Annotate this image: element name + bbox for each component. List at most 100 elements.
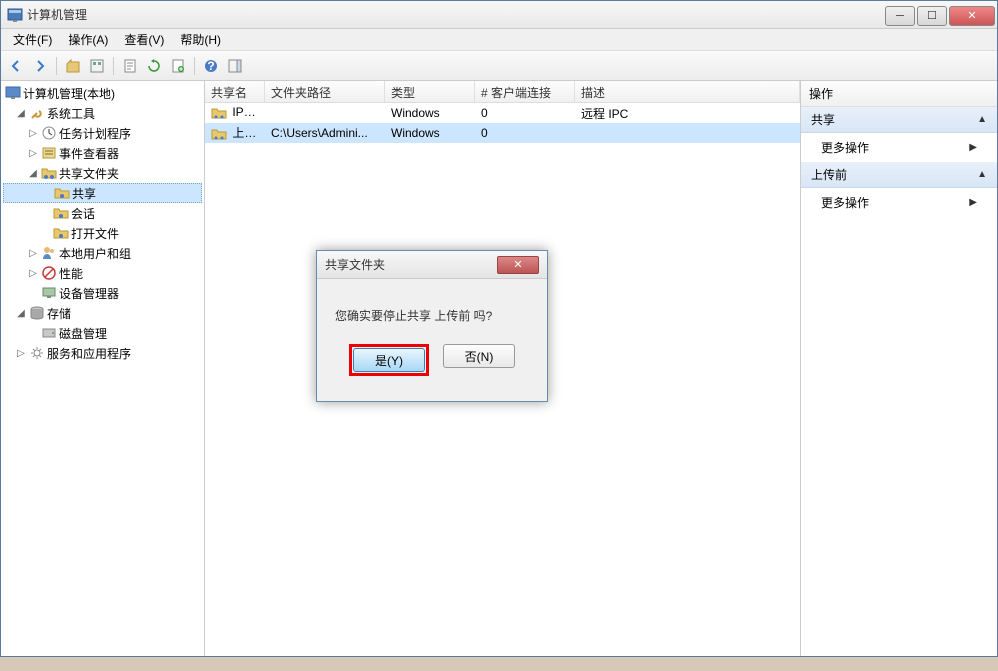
maximize-button[interactable]: ☐ <box>917 6 947 26</box>
up-button[interactable] <box>62 55 84 77</box>
cell-clients: 0 <box>475 104 575 122</box>
action-more-2[interactable]: 更多操作 ▶ <box>801 188 997 217</box>
col-folder-path[interactable]: 文件夹路径 <box>265 81 385 102</box>
action-label: 更多操作 <box>821 139 869 156</box>
share-icon <box>211 126 227 142</box>
refresh-button[interactable] <box>143 55 165 77</box>
back-button[interactable] <box>5 55 27 77</box>
users-icon <box>41 245 57 261</box>
tree-storage[interactable]: ◢ 存储 <box>3 303 202 323</box>
toolbar: ? <box>1 51 997 81</box>
col-clients[interactable]: # 客户端连接 <box>475 81 575 102</box>
yes-button[interactable]: 是(Y) <box>353 348 425 372</box>
cell-desc: 远程 IPC <box>575 103 800 124</box>
minimize-button[interactable]: ─ <box>885 6 915 26</box>
tree-label: 计算机管理(本地) <box>23 85 115 102</box>
col-share-name[interactable]: 共享名 <box>205 81 265 102</box>
toolbar-separator <box>194 57 195 75</box>
list-row[interactable]: 上传前 C:\Users\Admini... Windows 0 <box>205 123 800 143</box>
collapse-arrow-icon: ▲ <box>977 169 987 180</box>
no-button[interactable]: 否(N) <box>443 344 515 368</box>
collapse-icon[interactable]: ◢ <box>15 308 27 319</box>
tree-label: 会话 <box>71 205 95 222</box>
list-row[interactable]: IPC$ Windows 0 远程 IPC <box>205 103 800 123</box>
tree-task-scheduler[interactable]: ▷ 任务计划程序 <box>3 123 202 143</box>
cell-desc <box>575 131 800 135</box>
window-title: 计算机管理 <box>27 6 885 23</box>
tree-root[interactable]: 计算机管理(本地) <box>3 83 202 103</box>
collapse-arrow-icon: ▲ <box>977 114 987 125</box>
tree-shares[interactable]: 共享 <box>3 183 202 203</box>
list-header: 共享名 文件夹路径 类型 # 客户端连接 描述 <box>205 81 800 103</box>
tree-label: 存储 <box>47 305 71 322</box>
titlebar: 计算机管理 ─ ☐ ✕ <box>1 1 997 29</box>
help-button[interactable]: ? <box>200 55 222 77</box>
menu-help[interactable]: 帮助(H) <box>172 29 229 50</box>
menu-view[interactable]: 查看(V) <box>116 29 172 50</box>
yes-button-highlight: 是(Y) <box>349 344 429 376</box>
services-icon <box>29 345 45 361</box>
submenu-arrow-icon: ▶ <box>969 142 977 153</box>
session-icon <box>53 205 69 221</box>
action-section-upload[interactable]: 上传前 ▲ <box>801 162 997 188</box>
tree-disk-mgmt[interactable]: 磁盘管理 <box>3 323 202 343</box>
cell-path <box>265 111 385 115</box>
expand-icon[interactable]: ▷ <box>27 248 39 259</box>
menu-file[interactable]: 文件(F) <box>5 29 60 50</box>
cell-name: 上传前 <box>205 122 265 144</box>
action-section-shares[interactable]: 共享 ▲ <box>801 107 997 133</box>
toolbar-separator <box>113 57 114 75</box>
tree-label: 打开文件 <box>71 225 119 242</box>
storage-icon <box>29 305 45 321</box>
disk-icon <box>41 325 57 341</box>
properties-button[interactable] <box>86 55 108 77</box>
expand-icon[interactable]: ▷ <box>15 348 27 359</box>
tree-sessions[interactable]: 会话 <box>3 203 202 223</box>
computer-icon <box>5 85 21 101</box>
action-section-label: 共享 <box>811 111 835 128</box>
cell-name: IPC$ <box>205 103 265 123</box>
tree-system-tools[interactable]: ◢ 系统工具 <box>3 103 202 123</box>
open-files-icon <box>53 225 69 241</box>
tree-pane[interactable]: 计算机管理(本地) ◢ 系统工具 ▷ 任务计划程序 ▷ 事件查看器 <box>1 81 205 656</box>
dialog-close-button[interactable]: ✕ <box>497 256 539 274</box>
tree-label: 共享文件夹 <box>59 165 119 182</box>
expand-icon[interactable]: ▷ <box>27 148 39 159</box>
dialog-message: 您确实要停止共享 上传前 吗? <box>317 279 547 336</box>
close-button[interactable]: ✕ <box>949 6 995 26</box>
tree-label: 事件查看器 <box>59 145 119 162</box>
tree-shared-folders[interactable]: ◢ 共享文件夹 <box>3 163 202 183</box>
expand-icon[interactable]: ▷ <box>27 128 39 139</box>
tree-label: 性能 <box>59 265 83 282</box>
share-name-text: IPC$ <box>232 105 259 119</box>
tree-device-mgr[interactable]: 设备管理器 <box>3 283 202 303</box>
collapse-icon[interactable]: ◢ <box>15 108 27 119</box>
tree-label: 设备管理器 <box>59 285 119 302</box>
tools-icon <box>29 105 45 121</box>
tree-local-users[interactable]: ▷ 本地用户和组 <box>3 243 202 263</box>
action-pane-toggle[interactable] <box>224 55 246 77</box>
menu-operation[interactable]: 操作(A) <box>60 29 116 50</box>
expand-icon[interactable]: ▷ <box>27 268 39 279</box>
action-header: 操作 <box>801 81 997 107</box>
device-icon <box>41 285 57 301</box>
svg-text:?: ? <box>207 59 214 73</box>
tree-label: 服务和应用程序 <box>47 345 131 362</box>
tree-performance[interactable]: ▷ 性能 <box>3 263 202 283</box>
submenu-arrow-icon: ▶ <box>969 197 977 208</box>
collapse-icon[interactable]: ◢ <box>27 168 39 179</box>
share-icon <box>211 105 227 121</box>
dialog-title: 共享文件夹 <box>325 256 497 273</box>
tree-open-files[interactable]: 打开文件 <box>3 223 202 243</box>
tree-event-viewer[interactable]: ▷ 事件查看器 <box>3 143 202 163</box>
dialog-buttons: 是(Y) 否(N) <box>317 336 547 388</box>
export-button[interactable] <box>119 55 141 77</box>
action-more-1[interactable]: 更多操作 ▶ <box>801 133 997 162</box>
tree-services[interactable]: ▷ 服务和应用程序 <box>3 343 202 363</box>
cell-path: C:\Users\Admini... <box>265 124 385 142</box>
confirm-dialog: 共享文件夹 ✕ 您确实要停止共享 上传前 吗? 是(Y) 否(N) <box>316 250 548 402</box>
new-button[interactable] <box>167 55 189 77</box>
col-type[interactable]: 类型 <box>385 81 475 102</box>
forward-button[interactable] <box>29 55 51 77</box>
col-description[interactable]: 描述 <box>575 81 800 102</box>
